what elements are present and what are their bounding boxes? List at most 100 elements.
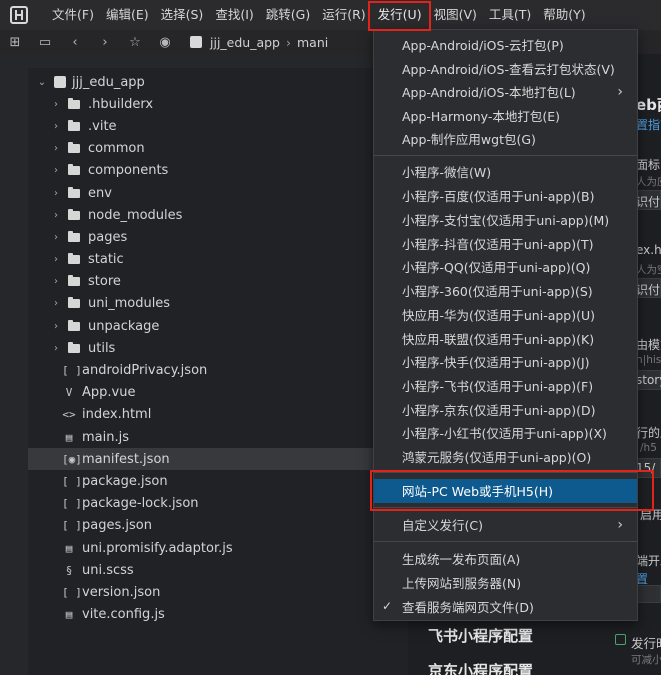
html-icon: <>	[62, 408, 76, 422]
forward-icon[interactable]: ›	[90, 35, 120, 50]
field-hint: 人为应	[636, 176, 661, 188]
menu-item-label: 小程序-QQ(仅适用于uni-app)(Q)	[402, 260, 591, 276]
menu-item-mp-baidu[interactable]: 小程序-百度(仅适用于uni-app)(B)	[374, 184, 637, 208]
menu-item-label: 小程序-百度(仅适用于uni-app)(B)	[402, 189, 595, 205]
menu-item-mp-weixin[interactable]: 小程序-微信(W)	[374, 160, 637, 184]
save-icon[interactable]: ▭	[30, 35, 60, 50]
breadcrumb-file[interactable]: mani	[297, 35, 328, 50]
annotation-highlight-publish-menu	[368, 1, 431, 31]
tree-root[interactable]: ⌄ jjj_edu_app	[28, 71, 408, 93]
tree-file[interactable]: § uni.scss	[28, 559, 408, 581]
menu-item-mp-360[interactable]: 小程序-360(仅适用于uni-app)(S)	[374, 279, 637, 303]
menu-item-label: 自定义发行(C)	[402, 518, 483, 534]
tree-file[interactable]: [ ] version.json	[28, 581, 408, 603]
menu-item-app-local-pack[interactable]: App-Android/iOS-本地打包(L) ›	[374, 80, 637, 104]
field-hint: 人为空	[636, 264, 661, 276]
publish-checkbox[interactable]	[615, 634, 626, 645]
menu-item-generate-publish-page[interactable]: 生成统一发布页面(A)	[374, 547, 637, 571]
tree-file[interactable]: [ ] androidPrivacy.json	[28, 359, 408, 381]
tree-item-label: uni.scss	[82, 562, 134, 578]
breadcrumb-separator-icon: ›	[286, 34, 291, 50]
manifest-icon: [◉]	[62, 452, 82, 466]
star-icon[interactable]: ☆	[120, 35, 150, 50]
tree-item-label: store	[88, 274, 121, 290]
field-label: 行的路	[636, 426, 661, 440]
menu-item-harmony-local-pack[interactable]: App-Harmony-本地打包(E)	[374, 104, 637, 128]
tree-item-label: .hbuilderx	[88, 96, 154, 112]
menu-item-upload-site[interactable]: 上传网站到服务器(N)	[374, 571, 637, 595]
tree-file[interactable]: ▤ uni.promisify.adaptor.js	[28, 537, 408, 559]
checkbox-hint: 可减小	[631, 654, 661, 666]
menu-item-mp-kuaishou[interactable]: 小程序-快手(仅适用于uni-app)(J)	[374, 350, 637, 374]
tree-folder[interactable]: › env	[28, 182, 408, 204]
menu-edit[interactable]: 编辑(E)	[100, 0, 155, 30]
new-file-icon[interactable]: ⊞	[0, 35, 30, 50]
menu-item-custom-publish[interactable]: 自定义发行(C) ›	[374, 513, 637, 537]
tree-folder[interactable]: › static	[28, 249, 408, 271]
tree-folder[interactable]: › uni_modules	[28, 293, 408, 315]
folder-icon	[68, 142, 80, 154]
tree-folder[interactable]: › .vite	[28, 115, 408, 137]
tree-folder[interactable]: › components	[28, 160, 408, 182]
field-hint: /h5	[640, 442, 657, 454]
tree-item-label: static	[88, 252, 124, 268]
menu-item-label: 查看服务端网页文件(D)	[402, 599, 534, 615]
menu-item-app-cloud-pack[interactable]: App-Android/iOS-云打包(P)	[374, 33, 637, 57]
menu-separator	[374, 155, 637, 156]
menu-item-mp-alipay[interactable]: 小程序-支付宝(仅适用于uni-app)(M)	[374, 208, 637, 232]
menu-goto[interactable]: 跳转(G)	[260, 0, 316, 30]
tree-folder[interactable]: › store	[28, 271, 408, 293]
tree-folder[interactable]: › utils	[28, 337, 408, 359]
menu-item-mp-jd[interactable]: 小程序-京东(仅适用于uni-app)(D)	[374, 397, 637, 421]
menu-item-label: App-Android/iOS-云打包(P)	[402, 38, 564, 54]
page-heading-fragment: eb酉	[636, 96, 661, 114]
tree-file[interactable]: [ ] package.json	[28, 470, 408, 492]
breadcrumb: jjj_edu_app › mani	[190, 35, 328, 50]
tree-folder[interactable]: › pages	[28, 226, 408, 248]
menu-item-app-cloud-status[interactable]: App-Android/iOS-查看云打包状态(V)	[374, 57, 637, 81]
tree-folder[interactable]: › unpackage	[28, 315, 408, 337]
menu-item-mp-xiaohongshu[interactable]: 小程序-小红书(仅适用于uni-app)(X)	[374, 421, 637, 445]
hbuilderx-logo-icon	[10, 6, 28, 24]
tree-folder[interactable]: › common	[28, 138, 408, 160]
menu-item-view-server-files[interactable]: ✓ 查看服务端网页文件(D)	[374, 594, 637, 618]
back-icon[interactable]: ‹	[60, 35, 90, 50]
menu-run[interactable]: 运行(R)	[316, 0, 371, 30]
menu-bar: 文件(F) 编辑(E) 选择(S) 查找(I) 跳转(G) 运行(R) 发行(U…	[0, 0, 661, 30]
tree-folder[interactable]: › node_modules	[28, 204, 408, 226]
menu-item-harmony-atomic[interactable]: 鸿蒙元服务(仅适用于uni-app)(O)	[374, 445, 637, 469]
menu-file[interactable]: 文件(F)	[46, 0, 100, 30]
tree-file-selected[interactable]: [◉] manifest.json	[28, 448, 408, 471]
json-icon: [ ]	[62, 519, 82, 533]
breadcrumb-project[interactable]: jjj_edu_app	[210, 35, 280, 50]
menu-item-quickapp-huawei[interactable]: 快应用-华为(仅适用于uni-app)(U)	[374, 303, 637, 327]
vue-icon: V	[65, 386, 73, 400]
menu-item-quickapp-union[interactable]: 快应用-联盟(仅适用于uni-app)(K)	[374, 326, 637, 350]
tree-file[interactable]: V App.vue	[28, 382, 408, 404]
menu-item-mp-qq[interactable]: 小程序-QQ(仅适用于uni-app)(Q)	[374, 255, 637, 279]
menu-help[interactable]: 帮助(Y)	[537, 0, 591, 30]
tree-root-label: jjj_edu_app	[72, 74, 145, 90]
scss-icon: §	[65, 563, 73, 577]
menu-find[interactable]: 查找(I)	[209, 0, 259, 30]
project-icon	[54, 76, 66, 89]
menu-item-mp-feishu[interactable]: 小程序-飞书(仅适用于uni-app)(F)	[374, 374, 637, 398]
tree-file[interactable]: <> index.html	[28, 404, 408, 426]
tree-file[interactable]: [ ] pages.json	[28, 515, 408, 537]
menu-select[interactable]: 选择(S)	[155, 0, 210, 30]
json-icon: [ ]	[62, 585, 82, 599]
folder-icon	[68, 297, 80, 309]
menu-item-label: 小程序-小红书(仅适用于uni-app)(X)	[402, 426, 607, 442]
tree-item-label: index.html	[82, 407, 152, 423]
tree-file[interactable]: [ ] package-lock.json	[28, 493, 408, 515]
menu-item-wgt-pack[interactable]: App-制作应用wgt包(G)	[374, 127, 637, 151]
tree-file[interactable]: ▤ main.js	[28, 426, 408, 448]
menu-item-mp-douyin[interactable]: 小程序-抖音(仅适用于uni-app)(T)	[374, 231, 637, 255]
menu-view[interactable]: 视图(V)	[428, 0, 483, 30]
guide-link-fragment[interactable]: 置指南	[636, 116, 661, 133]
tree-file[interactable]: ▤ vite.config.js	[28, 604, 408, 626]
run-icon[interactable]: ◉	[150, 35, 180, 50]
tree-item-label: common	[88, 141, 145, 157]
menu-tools[interactable]: 工具(T)	[483, 0, 537, 30]
tree-folder[interactable]: › .hbuilderx	[28, 93, 408, 115]
